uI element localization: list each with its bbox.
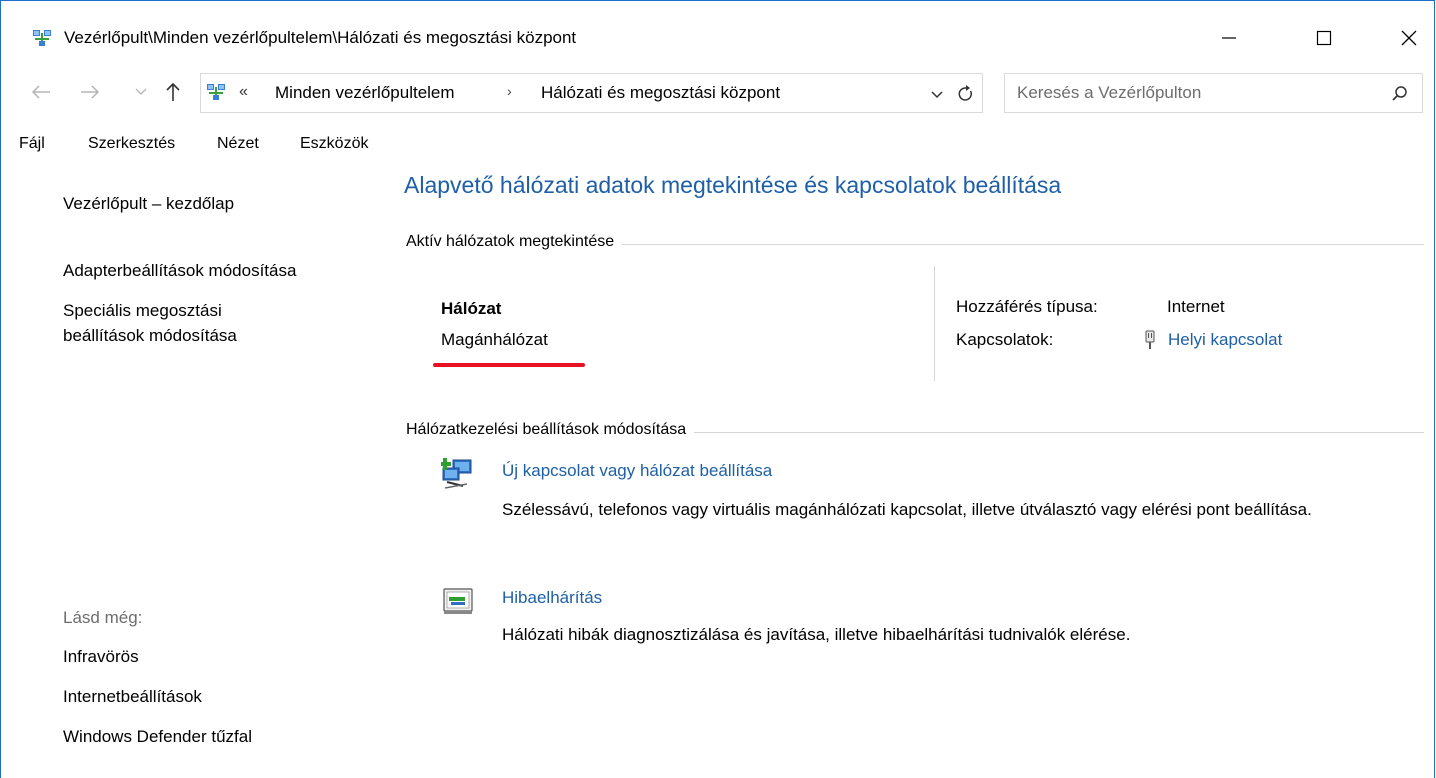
see-also-label: Lásd még: — [63, 608, 143, 627]
vertical-divider — [934, 266, 935, 381]
advanced-sharing-settings-link-line2[interactable]: beállítások módosítása — [63, 323, 237, 348]
network-settings-heading: Hálózatkezelési beállítások módosítása — [406, 421, 695, 439]
access-type-label: Hozzáférés típusa: — [956, 297, 1098, 316]
connections-label: Kapcsolatok: — [956, 330, 1054, 349]
infrared-link[interactable]: Infravörös — [63, 644, 139, 669]
back-button[interactable] — [29, 77, 53, 107]
network-label: Hálózat — [441, 299, 502, 318]
minimize-button[interactable] — [1206, 15, 1252, 61]
breadcrumb-all-items[interactable]: Minden vezérlőpultelem — [275, 83, 455, 103]
menu-edit[interactable]: Szerkesztés — [88, 135, 175, 153]
search-input[interactable] — [1017, 82, 1367, 104]
active-networks-heading: Aktív hálózatok megtekintése — [406, 233, 623, 251]
change-adapter-settings-link[interactable]: Adapterbeállítások módosítása — [63, 258, 296, 283]
menu-bar: Fájl Szerkesztés Nézet Eszközök — [1, 129, 1434, 161]
arrow-up-icon — [166, 82, 180, 101]
menu-file[interactable]: Fájl — [19, 135, 45, 153]
new-connection-icon — [441, 458, 472, 489]
control-panel-window: Vezérlőpult\Minden vezérlőpultelem\Hálóz… — [0, 0, 1435, 778]
address-bar[interactable]: « Minden vezérlőpultelem › Hálózati és m… — [200, 73, 983, 113]
breadcrumb-separator[interactable]: › — [507, 83, 512, 99]
search-box[interactable] — [1004, 73, 1423, 113]
refresh-icon[interactable] — [957, 84, 975, 104]
menu-tools[interactable]: Eszközök — [300, 135, 368, 153]
internet-options-link[interactable]: Internetbeállítások — [63, 684, 202, 709]
chevron-down-icon[interactable] — [929, 84, 945, 104]
local-connection-link[interactable]: Helyi kapcsolat — [1168, 330, 1282, 350]
breadcrumb-overflow-button[interactable]: « — [239, 83, 248, 101]
network-name: Magánhálózat — [441, 330, 548, 349]
navigation-bar: « Minden vezérlőpultelem › Hálózati és m… — [1, 69, 1434, 117]
arrow-right-icon — [81, 85, 100, 99]
maximize-button[interactable] — [1301, 15, 1347, 61]
network-center-icon — [33, 30, 51, 46]
advanced-sharing-settings-link[interactable]: Speciális megosztási — [63, 298, 222, 323]
red-underline-annotation — [433, 363, 585, 367]
new-connection-link[interactable]: Új kapcsolat vagy hálózat beállítása — [502, 461, 772, 481]
forward-button[interactable] — [78, 77, 102, 107]
window-title: Vezérlőpult\Minden vezérlőpultelem\Hálóz… — [64, 28, 577, 47]
close-icon — [1401, 30, 1417, 46]
minimize-icon — [1222, 37, 1236, 39]
close-button[interactable] — [1386, 15, 1432, 61]
access-type-value: Internet — [1167, 297, 1225, 316]
troubleshoot-description: Hálózati hibák diagnosztizálása és javít… — [502, 625, 1131, 644]
breadcrumb-network-center[interactable]: Hálózati és megosztási központ — [541, 83, 780, 103]
windows-defender-firewall-link[interactable]: Windows Defender tűzfal — [63, 724, 252, 749]
troubleshoot-icon — [443, 588, 473, 614]
troubleshoot-link[interactable]: Hibaelhárítás — [502, 588, 602, 608]
ethernet-plug-icon — [1145, 330, 1155, 349]
arrow-left-icon — [31, 85, 50, 99]
recent-locations-button[interactable] — [133, 77, 149, 107]
page-title: Alapvető hálózati adatok megtekintése és… — [404, 172, 1062, 198]
up-button[interactable] — [161, 77, 185, 107]
maximize-icon — [1316, 30, 1332, 46]
new-connection-description: Szélessávú, telefonos vagy virtuális mag… — [502, 500, 1312, 519]
network-center-icon — [207, 84, 225, 100]
search-icon[interactable] — [1391, 85, 1409, 103]
title-bar: Vezérlőpult\Minden vezérlőpultelem\Hálóz… — [1, 1, 1434, 63]
control-panel-home-link[interactable]: Vezérlőpult – kezdőlap — [63, 191, 234, 216]
menu-view[interactable]: Nézet — [217, 135, 259, 153]
chevron-down-icon — [135, 88, 147, 95]
